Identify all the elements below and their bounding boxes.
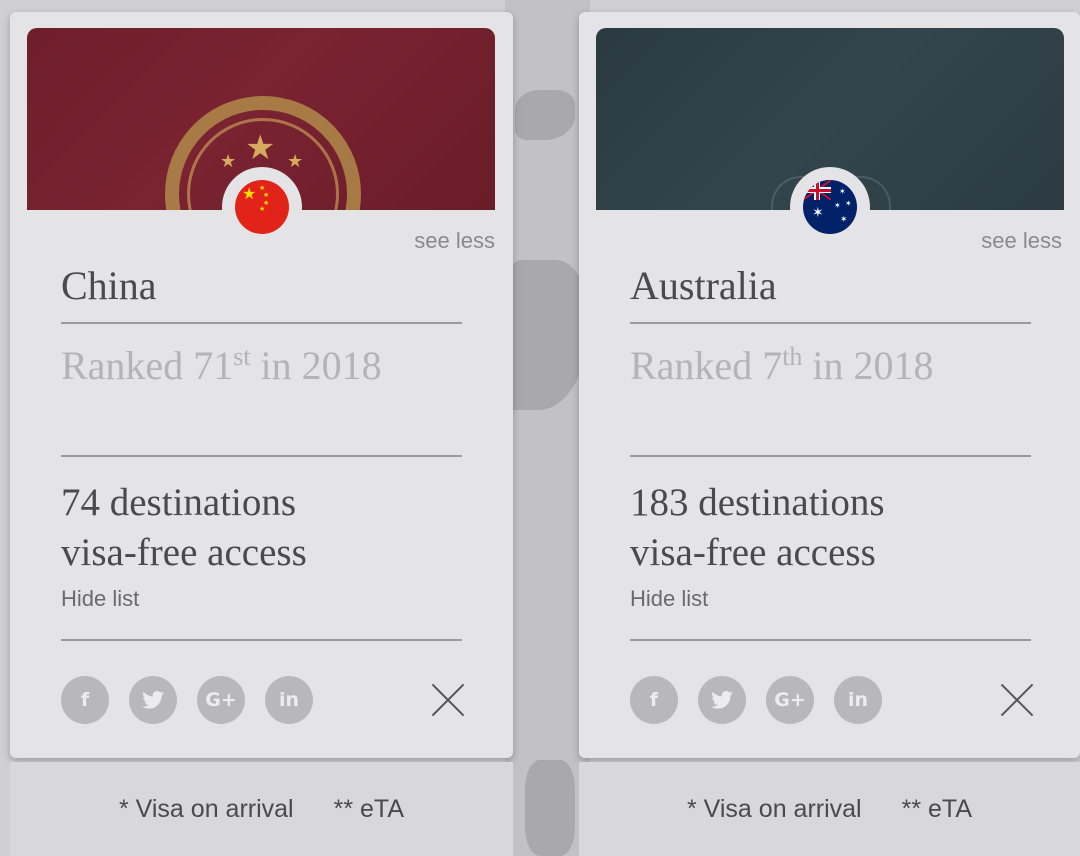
close-icon[interactable] (428, 680, 468, 720)
divider (61, 639, 462, 641)
social-share-buttons: f G+ in (630, 676, 882, 724)
map-landmass (515, 90, 575, 140)
social-share-buttons: f G+ in (61, 676, 313, 724)
map-landmass (525, 760, 575, 856)
flag-badge: ★ ★ ★ ★ ★ (222, 167, 302, 247)
twitter-icon[interactable] (129, 676, 177, 724)
twitter-icon[interactable] (698, 676, 746, 724)
divider (630, 322, 1031, 324)
destinations-count: 74 destinations visa-free access (61, 481, 307, 574)
country-name: Australia (630, 263, 777, 308)
visa-legend: * Visa on arrival ** eTA (10, 762, 513, 856)
world-map-background (505, 0, 590, 856)
emblem-star-icon: ★ (287, 151, 304, 172)
hide-list-link[interactable]: Hide list (61, 586, 139, 612)
passport-card-china: ★ ★ ★ ★ ★ ★ ★ ★ see less China Ranked 71… (10, 12, 513, 758)
eta-legend: ** eTA (901, 794, 973, 823)
emblem-star-icon: ★ (220, 151, 237, 172)
divider (630, 639, 1031, 641)
facebook-icon[interactable]: f (61, 676, 109, 724)
rank-text: Ranked 7th in 2018 (630, 342, 934, 388)
map-landmass (505, 260, 590, 410)
linkedin-icon[interactable]: in (834, 676, 882, 724)
google-plus-icon[interactable]: G+ (766, 676, 814, 724)
close-icon[interactable] (997, 680, 1037, 720)
google-plus-icon[interactable]: G+ (197, 676, 245, 724)
rank-text: Ranked 71st in 2018 (61, 342, 382, 388)
destinations-count: 183 destinations visa-free access (630, 481, 885, 574)
emblem-star-icon: ★ (245, 128, 276, 168)
see-less-link[interactable]: see less (414, 228, 495, 254)
visa-on-arrival-legend: * Visa on arrival (118, 794, 294, 823)
country-name: China (61, 263, 157, 308)
visa-on-arrival-legend: * Visa on arrival (686, 794, 862, 823)
hide-list-link[interactable]: Hide list (630, 586, 708, 612)
linkedin-icon[interactable]: in (265, 676, 313, 724)
china-flag-icon: ★ ★ ★ ★ ★ (235, 180, 289, 234)
divider (61, 455, 462, 457)
flag-badge: ✶ ✶ ✶ ✶ ✶ (790, 167, 870, 247)
divider (630, 455, 1031, 457)
eta-legend: ** eTA (333, 794, 405, 823)
visa-legend: * Visa on arrival ** eTA (579, 762, 1080, 856)
divider (61, 322, 462, 324)
see-less-link[interactable]: see less (981, 228, 1062, 254)
facebook-icon[interactable]: f (630, 676, 678, 724)
passport-card-australia: ✶ ✶ ✶ ✶ ✶ see less Australia Ranked 7th … (579, 12, 1080, 758)
australia-flag-icon: ✶ ✶ ✶ ✶ ✶ (803, 180, 857, 234)
